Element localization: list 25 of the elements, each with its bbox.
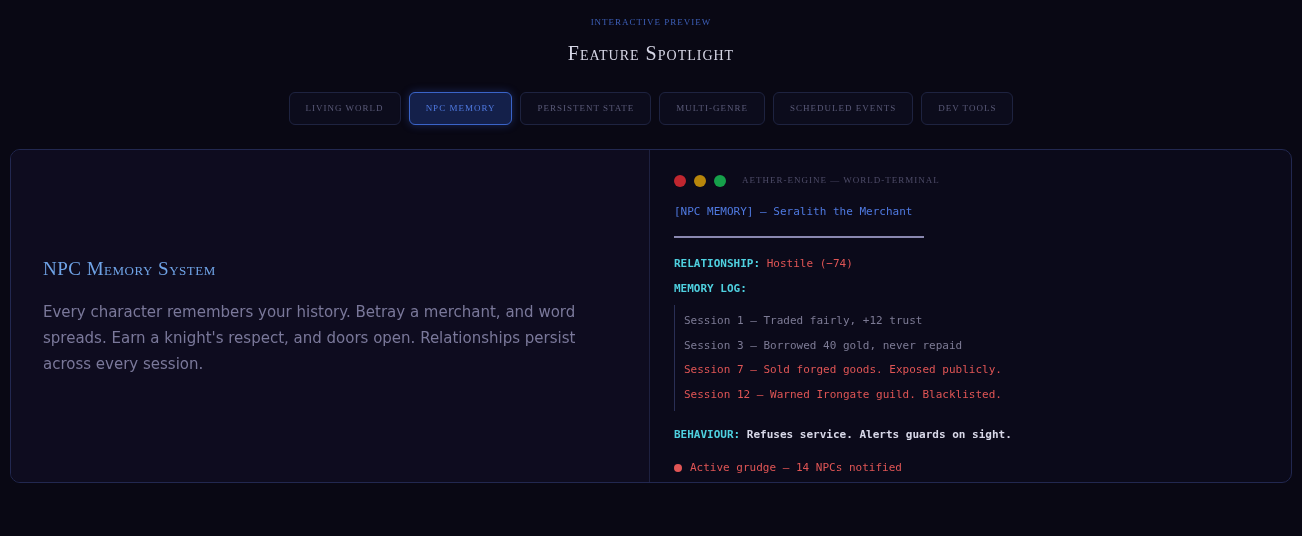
memory-log-entry: Session 12 — Warned Irongate guild. Blacklisted. [684, 386, 1003, 403]
relationship-value: Hostile (−74) [766, 257, 853, 270]
feature-tab[interactable]: DEV TOOLS [921, 91, 1014, 125]
memory-log-entry: Session 3 — Borrowed 40 gold, never repaid [684, 337, 964, 354]
behaviour-label: BEHAVIOUR: [674, 428, 741, 441]
section-title: Feature Spotlight [566, 40, 736, 66]
window-control-icon [674, 174, 686, 187]
memory-log-entry: Session 7 — Sold forged goods. Exposed publicly. [684, 362, 1003, 378]
feature-tab[interactable]: NPC MEMORY [408, 91, 513, 125]
window-control-icon [714, 174, 726, 187]
window-control-icon [694, 174, 706, 187]
feature-description: Every character remembers your history. Betray a merchant, and word spreads. Earn a knight's respect, and doors open. Relationships persist across every session. [43, 302, 577, 376]
section-eyebrow: INTERACTIVE PREVIEW [589, 16, 713, 29]
status-text: Active grudge — 14 NPCs notified [690, 459, 902, 476]
feature-tab[interactable]: PERSISTENT STATE [520, 91, 652, 125]
npc-heading: [NPC MEMORY] — Seralith the Merchant [674, 203, 914, 220]
memory-log-label: MEMORY LOG: [674, 280, 748, 297]
feature-tab[interactable]: SCHEDULED EVENTS [772, 91, 914, 125]
feature-tab[interactable]: LIVING WORLD [288, 91, 401, 125]
memory-log-entry: Session 1 — Traded fairly, +12 trust [684, 313, 924, 329]
feature-title: NPC Memory System [43, 256, 217, 281]
relationship-label: RELATIONSHIP: [674, 257, 761, 270]
behaviour-value: Refuses service. Alerts guards on sight. [746, 428, 1012, 441]
feature-tab[interactable]: MULTI-GENRE [659, 91, 765, 125]
terminal-title: AETHER-ENGINE — WORLD-TERMINAL [742, 174, 940, 187]
